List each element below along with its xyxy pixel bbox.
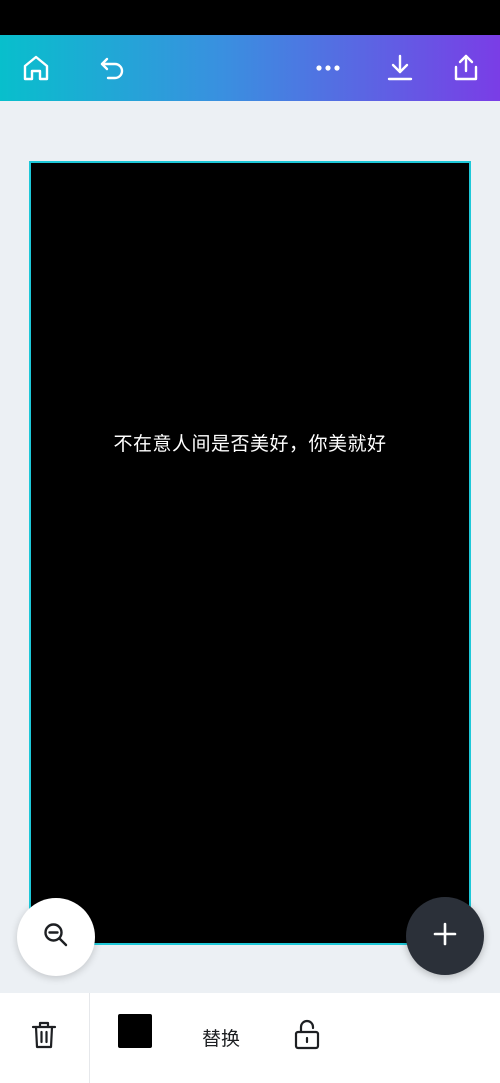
more-icon	[313, 53, 343, 83]
download-button[interactable]	[380, 48, 420, 88]
toolbar-divider	[89, 993, 90, 1083]
plus-icon	[430, 919, 460, 953]
undo-icon	[97, 53, 127, 83]
download-icon	[385, 53, 415, 83]
undo-button[interactable]	[92, 48, 132, 88]
home-icon	[21, 53, 51, 83]
lock-button[interactable]	[287, 1017, 327, 1057]
more-button[interactable]	[308, 48, 348, 88]
bottom-toolbar: 替换	[0, 993, 500, 1083]
share-button[interactable]	[446, 48, 486, 88]
replace-button[interactable]: 替换	[190, 1019, 252, 1055]
trash-icon	[30, 1020, 58, 1054]
top-toolbar	[0, 35, 500, 101]
add-element-button[interactable]	[406, 897, 484, 975]
zoom-out-icon	[41, 920, 71, 954]
share-icon	[451, 53, 481, 83]
unlock-icon	[293, 1019, 321, 1055]
design-canvas[interactable]: 不在意人间是否美好，你美就好	[29, 161, 471, 945]
home-button[interactable]	[16, 48, 56, 88]
delete-button[interactable]	[24, 1017, 64, 1057]
status-bar	[0, 0, 500, 35]
zoom-out-button[interactable]	[17, 898, 95, 976]
canvas-text[interactable]: 不在意人间是否美好，你美就好	[31, 429, 469, 456]
color-swatch-button[interactable]	[118, 1014, 152, 1048]
